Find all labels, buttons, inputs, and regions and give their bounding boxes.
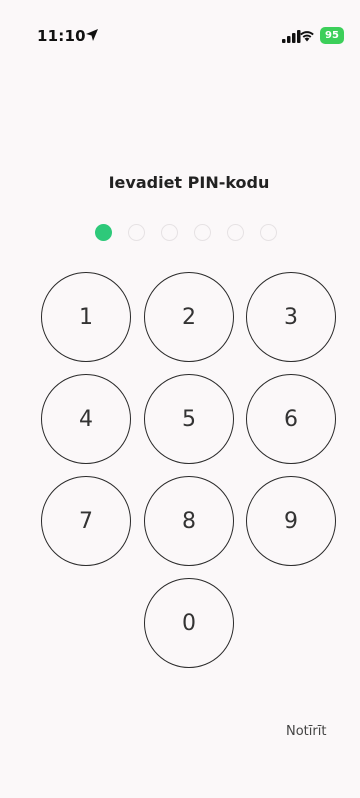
status-time: 11:10	[37, 27, 86, 45]
key-3[interactable]: 3	[246, 272, 336, 362]
status-bar: 11:10 95	[0, 0, 360, 50]
pin-dots	[95, 224, 277, 241]
pin-dot	[194, 224, 211, 241]
pin-dot	[260, 224, 277, 241]
key-6[interactable]: 6	[246, 374, 336, 464]
clear-button[interactable]: Notīrīt	[286, 724, 326, 739]
wifi-icon	[300, 31, 314, 42]
key-0[interactable]: 0	[144, 578, 234, 668]
pin-dot	[161, 224, 178, 241]
pin-dot	[227, 224, 244, 241]
key-8[interactable]: 8	[144, 476, 234, 566]
key-9[interactable]: 9	[246, 476, 336, 566]
page-title: Ievadiet PIN-kodu	[108, 173, 270, 192]
pin-dot	[128, 224, 145, 241]
key-1[interactable]: 1	[41, 272, 131, 362]
pin-dot	[95, 224, 112, 241]
key-4[interactable]: 4	[41, 374, 131, 464]
key-7[interactable]: 7	[41, 476, 131, 566]
pin-screen: 11:10 95 Ievadiet PIN-kodu 1 2 3 4 5 6 7…	[0, 0, 360, 798]
key-5[interactable]: 5	[144, 374, 234, 464]
location-arrow-icon	[86, 29, 98, 41]
battery-indicator: 95	[320, 27, 344, 44]
key-2[interactable]: 2	[144, 272, 234, 362]
